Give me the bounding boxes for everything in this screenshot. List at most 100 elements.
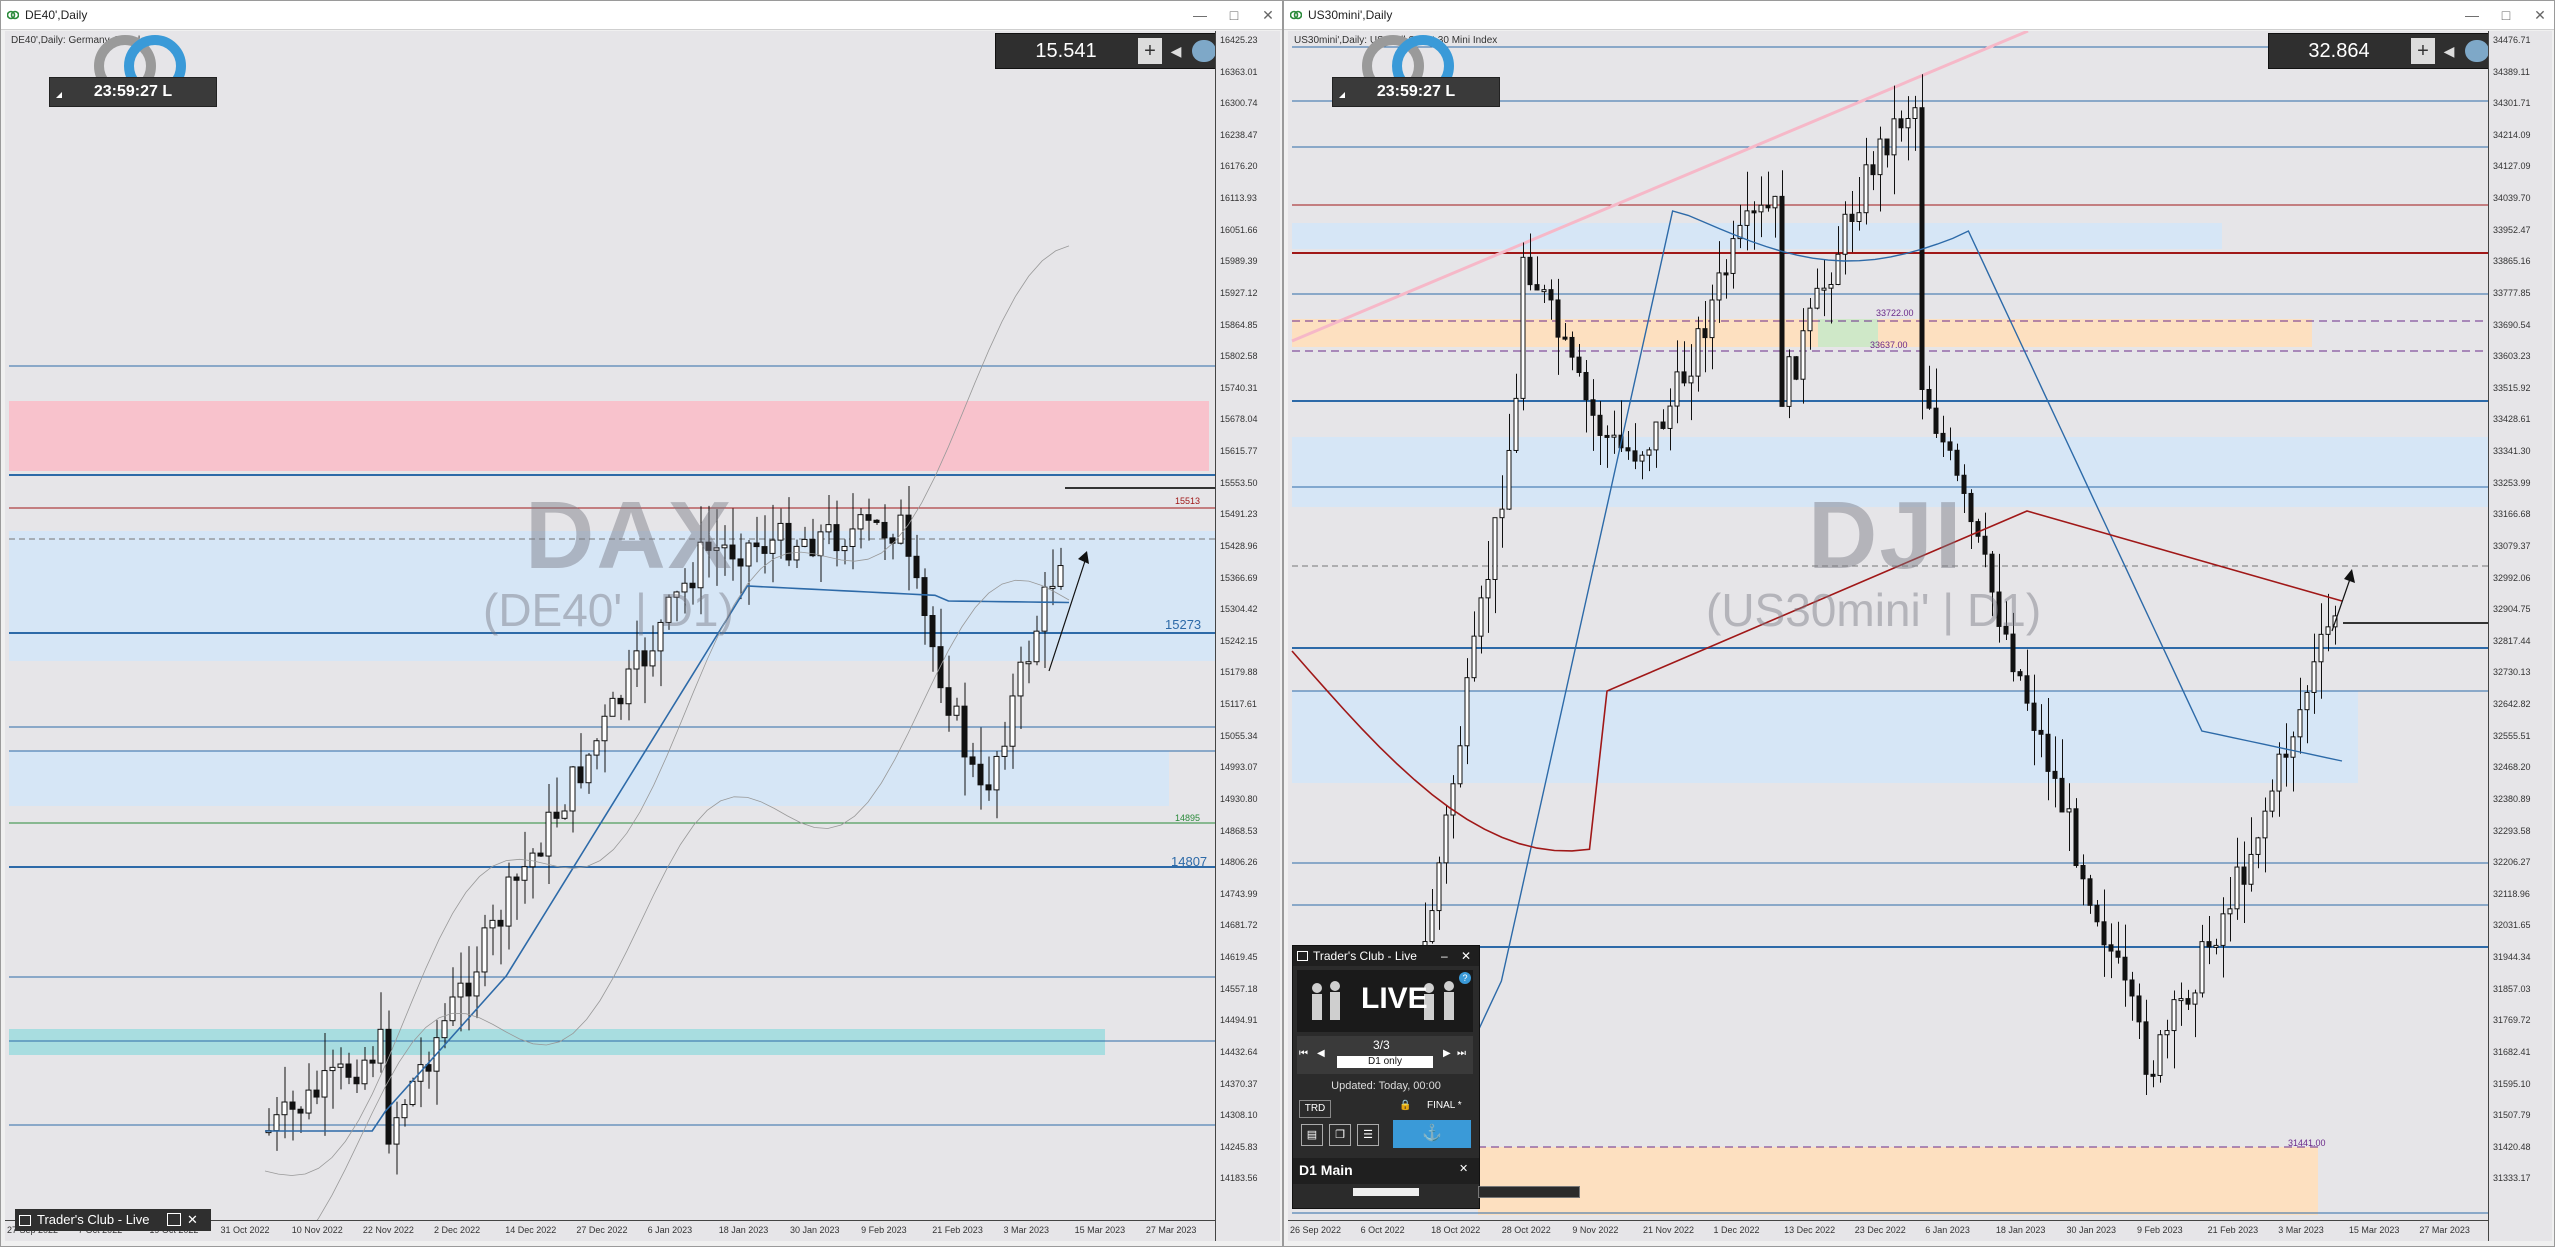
close-button[interactable]: ✕ (2532, 6, 2548, 24)
close-button[interactable]: ✕ (187, 1209, 198, 1231)
price-tick: 14868.53 (1220, 825, 1258, 836)
dax-chart-area[interactable]: DE40',Daily: Germany 40 Index 23:59:27 L… (5, 31, 1280, 1241)
filter-box[interactable]: D1 only (1337, 1056, 1433, 1068)
candle-body (1765, 204, 1771, 209)
triangle-icon (56, 92, 62, 98)
price-tick: 15179.88 (1220, 667, 1258, 678)
candle-body (857, 514, 864, 530)
document-button[interactable]: ▤ (1301, 1124, 1323, 1146)
stack-button[interactable]: ☰ (1357, 1124, 1379, 1146)
candle-body (361, 1059, 368, 1085)
first-button[interactable]: ⏮ (1299, 1048, 1308, 1059)
price-scale[interactable]: 34476.71 34389.11 34301.71 34214.09 34127.09… (2488, 31, 2549, 1241)
candle-body (2143, 1021, 2149, 1075)
price-tick: 32817.44 (2493, 635, 2531, 646)
candle-body (281, 1101, 288, 1116)
candle-body (1779, 195, 1785, 407)
left-titlebar[interactable]: DE40',Daily — □ ✕ (1, 1, 1282, 30)
price-tick: 33777.85 (2493, 287, 2531, 298)
candle-body (2276, 753, 2282, 792)
minimize-button[interactable]: — (2464, 6, 2480, 24)
maximize-button[interactable]: □ (2498, 6, 2514, 24)
price-tick: 15553.50 (1220, 477, 1258, 488)
close-button[interactable]: ✕ (1459, 1162, 1468, 1175)
price-tick: 15117.61 (1220, 699, 1257, 710)
window-icon (19, 1215, 31, 1226)
candle-body (497, 919, 504, 927)
price-tick: 33253.99 (2493, 477, 2531, 488)
help-icon[interactable]: ? (1459, 972, 1471, 984)
candle-body (1464, 677, 1470, 747)
candle-body (1905, 117, 1911, 129)
date-scale[interactable]: 26 Sep 2022 6 Oct 2022 18 Oct 2022 28 Oct 2… (1288, 1220, 2488, 1241)
spread-widget[interactable]: 15.541 + ◀ (995, 33, 1247, 69)
counter-text: 3/3 (1373, 1038, 1390, 1052)
price-tick: 32992.06 (2493, 572, 2531, 583)
status-dot-icon[interactable] (2465, 40, 2489, 62)
candle-body (489, 919, 496, 929)
candle-body (1646, 449, 1652, 456)
final-label: FINAL * (1427, 1100, 1462, 1111)
anchor-button[interactable]: ⚓ (1393, 1120, 1471, 1148)
windows-button[interactable]: ❐ (1329, 1124, 1351, 1146)
left-chart-window[interactable]: DE40',Daily — □ ✕ DE40',Daily: Germany 4… (0, 0, 1283, 1247)
next-button[interactable]: ▶ (1443, 1048, 1451, 1059)
panel-scrollbar[interactable] (1478, 1186, 1580, 1198)
candle-body (1688, 375, 1694, 384)
candle-body (505, 876, 512, 927)
date-tick: 15 Mar 2023 (2348, 1225, 2400, 1235)
minimize-button[interactable]: — (1192, 6, 1208, 24)
candle-body (1611, 434, 1617, 438)
last-button[interactable]: ⏭ (1457, 1048, 1466, 1059)
price-tick: 14370.37 (1220, 1078, 1258, 1089)
close-button[interactable]: ✕ (1260, 6, 1276, 24)
candle-body (625, 668, 632, 705)
candle-body (1025, 661, 1032, 665)
right-chart-window[interactable]: US30mini',Daily — □ ✕ US30mini',Daily: U… (1283, 0, 2555, 1247)
close-button[interactable]: ✕ (1461, 946, 1471, 966)
traders-club-mini-panel[interactable]: Trader's Club - Live ✕ (15, 1209, 211, 1231)
price-tick: 31944.34 (2493, 952, 2531, 963)
demand-zone (1292, 691, 2358, 783)
restore-button[interactable] (167, 1213, 181, 1226)
price-scale[interactable]: 16425.23 16363.01 16300.74 16238.47 16176.20… (1215, 31, 1276, 1241)
dji-chart-area[interactable]: US30mini',Daily: US Wall Street 30 Mini … (1288, 31, 2552, 1241)
candle-body (2150, 1073, 2156, 1077)
candle-body (1849, 213, 1855, 222)
plus-button[interactable]: + (2411, 38, 2435, 64)
collapse-arrow-icon[interactable]: ◀ (2439, 38, 2459, 64)
minimize-button[interactable]: – (1441, 946, 1448, 966)
candle-body (881, 521, 888, 539)
right-titlebar[interactable]: US30mini',Daily — □ ✕ (1284, 1, 2554, 30)
candle-body (1527, 256, 1533, 286)
candle-body (2234, 866, 2240, 910)
d1-main-label: D1 Main (1299, 1162, 1353, 1178)
d1-main-bar[interactable]: D1 Main ✕ (1293, 1158, 1479, 1184)
candle-body (633, 650, 640, 670)
candle-body (1057, 565, 1064, 587)
candle-body (1821, 287, 1827, 291)
date-tick: 27 Dec 2022 (576, 1225, 628, 1235)
price-tick: 31769.72 (2493, 1015, 2531, 1026)
status-dot-icon[interactable] (1192, 40, 1216, 62)
traders-club-live-panel[interactable]: Trader's Club - Live – ✕ LIVE ? ⏮ ◀ 3/3 … (1292, 945, 1480, 1209)
candle-body (553, 811, 560, 819)
price-tick: 32904.75 (2493, 604, 2531, 615)
collapse-arrow-icon[interactable]: ◀ (1166, 38, 1186, 64)
level-label-33637: 33637.00 (1870, 340, 1908, 350)
spread-widget[interactable]: 32.864 + ◀ (2268, 33, 2520, 69)
collapse-handle[interactable] (1353, 1188, 1419, 1196)
price-tick: 15491.23 (1220, 509, 1258, 520)
date-tick: 21 Nov 2022 (1642, 1225, 1694, 1235)
plus-button[interactable]: + (1138, 38, 1162, 64)
level-label-14807: 14807 (1171, 854, 1208, 869)
window-icon (1297, 951, 1308, 961)
date-tick: 6 Jan 2023 (1925, 1225, 1970, 1235)
candle-body (521, 866, 528, 881)
candle-body (1814, 287, 1820, 309)
candle-body (2164, 1030, 2170, 1036)
candle-body (2045, 733, 2051, 772)
candle-body (1049, 585, 1056, 589)
prev-button[interactable]: ◀ (1317, 1048, 1325, 1059)
maximize-button[interactable]: □ (1226, 6, 1242, 24)
